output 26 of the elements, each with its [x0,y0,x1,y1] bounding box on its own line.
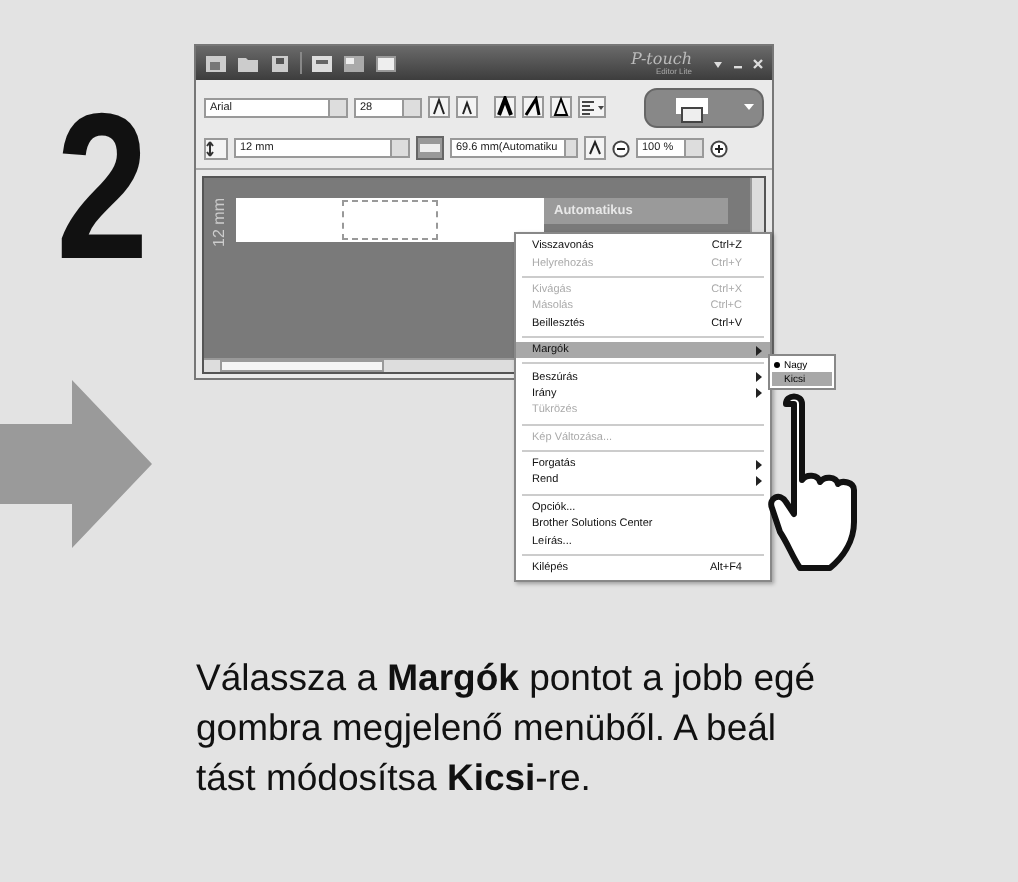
zoom-in-icon[interactable] [710,139,728,157]
zoom-out-icon[interactable] [612,139,630,157]
tape-width-label: 12 mm [212,198,228,247]
bold-icon[interactable] [494,96,516,118]
tape-width-icon[interactable] [204,137,228,159]
italic-icon[interactable] [522,96,544,118]
align-icon[interactable] [578,96,606,118]
step-number: 2 [56,84,151,292]
text-frame[interactable] [342,200,438,240]
outline-icon[interactable] [550,96,572,118]
close-icon[interactable] [752,57,764,69]
submenu-arrow-icon [756,345,762,356]
instruction-text: gombra megjelenő menüből. A beál [196,704,779,752]
folder-icon[interactable] [236,53,260,73]
dropdown-icon[interactable] [712,57,724,69]
new-file-icon[interactable] [204,53,228,73]
length-icon[interactable] [416,136,444,160]
save-icon[interactable] [268,53,292,73]
text-frame-icon[interactable] [310,53,334,73]
instruction-text: Válassza a Margók pontot a jobb egé [196,654,818,702]
image-frame-icon[interactable] [342,53,366,73]
app-logo: P-touch [631,51,692,67]
print-button-icon[interactable] [644,87,764,127]
instruction-text: tást módosítsa Kicsi-re. [196,754,593,802]
right-arrow-icon [0,380,152,548]
frame-icon[interactable] [374,53,398,73]
